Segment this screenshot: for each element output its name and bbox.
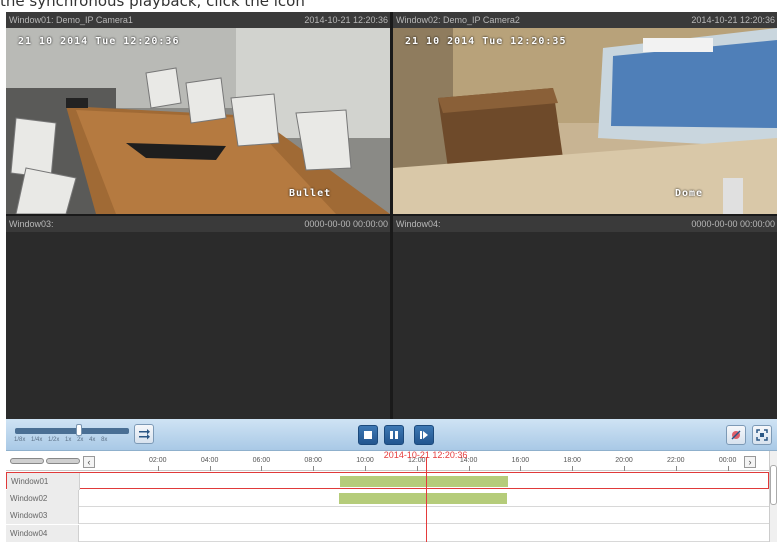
- pane-title-bar: Window02: Demo_IP Camera2 2014-10-21 12:…: [393, 12, 777, 28]
- zoom-out-button[interactable]: [10, 458, 44, 464]
- pane-title-bar: Window03: 0000-00-00 00:00:00: [6, 216, 390, 232]
- playhead-line[interactable]: [425, 457, 427, 542]
- osd-camera-name: Bullet: [289, 188, 332, 199]
- tick-mark: [468, 466, 470, 471]
- timeline-track-window04[interactable]: Window04: [6, 524, 769, 542]
- timeline-prev-button[interactable]: ‹: [83, 456, 95, 468]
- pane-title-bar: Window01: Demo_IP Camera1 2014-10-21 12:…: [6, 12, 390, 28]
- camera1-video[interactable]: 21 10 2014 Tue 12:20:36 Bullet: [6, 28, 390, 214]
- tick-label: 18:00: [563, 457, 581, 464]
- track-label: Window01: [7, 473, 80, 490]
- fullscreen-button[interactable]: [752, 425, 772, 445]
- tick-label: 22:00: [667, 457, 685, 464]
- sync-icon: [139, 429, 150, 440]
- pane-title: Window04:: [396, 219, 441, 229]
- osd-datetime: 21 10 2014 Tue 12:20:35: [405, 36, 567, 47]
- speed-slider[interactable]: [15, 424, 129, 436]
- speed-label: 4x: [89, 437, 96, 443]
- timeline-next-button[interactable]: ›: [744, 456, 756, 468]
- tick-mark: [365, 466, 366, 471]
- speed-label: 2x: [77, 437, 84, 443]
- tick-label: 00:00: [718, 457, 737, 464]
- tick-mark: [261, 466, 263, 471]
- tick-label: 10:00: [356, 457, 374, 464]
- conference-room-frame: [6, 28, 390, 214]
- tick-label: 04:00: [200, 457, 219, 464]
- video-pane-4[interactable]: Window04: 0000-00-00 00:00:00: [393, 216, 777, 419]
- pane-title-bar: Window04: 0000-00-00 00:00:00: [393, 216, 777, 232]
- pause-button[interactable]: [384, 425, 404, 445]
- video-pane-3[interactable]: Window03: 0000-00-00 00:00:00: [6, 216, 390, 419]
- track-label: Window03: [6, 507, 79, 524]
- single-frame-button[interactable]: [414, 425, 434, 445]
- pane-title: Window01: Demo_IP Camera1: [9, 15, 133, 25]
- recording-segment[interactable]: [339, 492, 508, 504]
- pane-timestamp: 0000-00-00 00:00:00: [691, 219, 775, 229]
- single-frame-icon: [420, 431, 428, 439]
- clip-icon: [731, 430, 741, 440]
- timeline-track-window03[interactable]: Window03: [6, 507, 769, 524]
- instruction-caption: the synchronous playback, click the icon: [0, 0, 777, 12]
- speed-label: 1/4x: [31, 437, 43, 443]
- speed-label: 8x: [101, 437, 108, 443]
- clip-button[interactable]: [726, 425, 746, 445]
- pane-title: Window03:: [9, 219, 54, 229]
- tick-mark: [416, 466, 418, 471]
- scrollbar-thumb[interactable]: [770, 465, 777, 505]
- pane-timestamp: 2014-10-21 12:20:36: [304, 15, 388, 25]
- tick-label: 16:00: [511, 457, 530, 464]
- recording-segment[interactable]: [340, 476, 509, 487]
- playback-toolbar: 1/8x 1/4x 1/2x 1x 2x 4x 8x: [6, 419, 777, 451]
- chevron-left-icon: ‹: [87, 457, 91, 467]
- caption-text: the synchronous playback, click the icon: [0, 0, 305, 10]
- speed-label: 1x: [65, 437, 72, 443]
- timeline-track-window01[interactable]: Window01: [6, 472, 769, 490]
- stop-icon: [364, 431, 372, 439]
- tick-mark: [727, 466, 729, 471]
- pane-timestamp: 0000-00-00 00:00:00: [304, 219, 388, 229]
- video-grid: Window01: Demo_IP Camera1 2014-10-21 12:…: [6, 12, 777, 419]
- timeline-tracks: Window01 Window02 Window03 Window04: [6, 472, 769, 542]
- timeline-track-window02[interactable]: Window02: [6, 489, 769, 507]
- speed-slider-thumb[interactable]: [76, 424, 82, 436]
- tick-label: 02:00: [149, 457, 167, 464]
- osd-datetime: 21 10 2014 Tue 12:20:36: [18, 36, 180, 47]
- pane-timestamp: 2014-10-21 12:20:36: [691, 15, 775, 25]
- speed-labels: 1/8x 1/4x 1/2x 1x 2x 4x 8x: [14, 437, 111, 443]
- fullscreen-icon: [756, 429, 768, 441]
- pause-icon: [390, 431, 398, 439]
- tick-mark: [572, 466, 574, 471]
- osd-camera-name: Dome: [675, 188, 704, 199]
- camera2-video[interactable]: 21 10 2014 Tue 12:20:35 Dome: [393, 28, 777, 214]
- tick-label: 06:00: [252, 457, 271, 464]
- speed-label: 1/8x: [14, 437, 26, 443]
- stop-button[interactable]: [358, 425, 378, 445]
- tick-mark: [209, 466, 211, 471]
- timeline-ruler[interactable]: ‹ › 02:00 04:00 06:00 08:00 10:00 12:00 14:00 1…: [6, 450, 777, 471]
- chevron-right-icon: ›: [748, 457, 752, 467]
- speed-label: 1/2x: [48, 437, 60, 443]
- zoom-in-button[interactable]: [46, 458, 80, 464]
- video-pane-1[interactable]: Window01: Demo_IP Camera1 2014-10-21 12:…: [6, 12, 390, 214]
- tick-label: 08:00: [304, 457, 322, 464]
- track-label: Window04: [6, 524, 79, 542]
- tick-mark: [520, 466, 522, 471]
- tick-mark: [675, 466, 677, 471]
- tick-mark: [157, 466, 159, 471]
- timeline-scrollbar[interactable]: [769, 451, 777, 542]
- sync-button[interactable]: [134, 424, 154, 444]
- reception-frame: [393, 28, 777, 214]
- tick-mark: [313, 466, 315, 471]
- tick-label: 20:00: [615, 457, 633, 464]
- tick-mark: [624, 466, 625, 471]
- video-pane-2[interactable]: Window02: Demo_IP Camera2 2014-10-21 12:…: [393, 12, 777, 214]
- track-label: Window02: [6, 489, 79, 507]
- pane-title: Window02: Demo_IP Camera2: [396, 15, 520, 25]
